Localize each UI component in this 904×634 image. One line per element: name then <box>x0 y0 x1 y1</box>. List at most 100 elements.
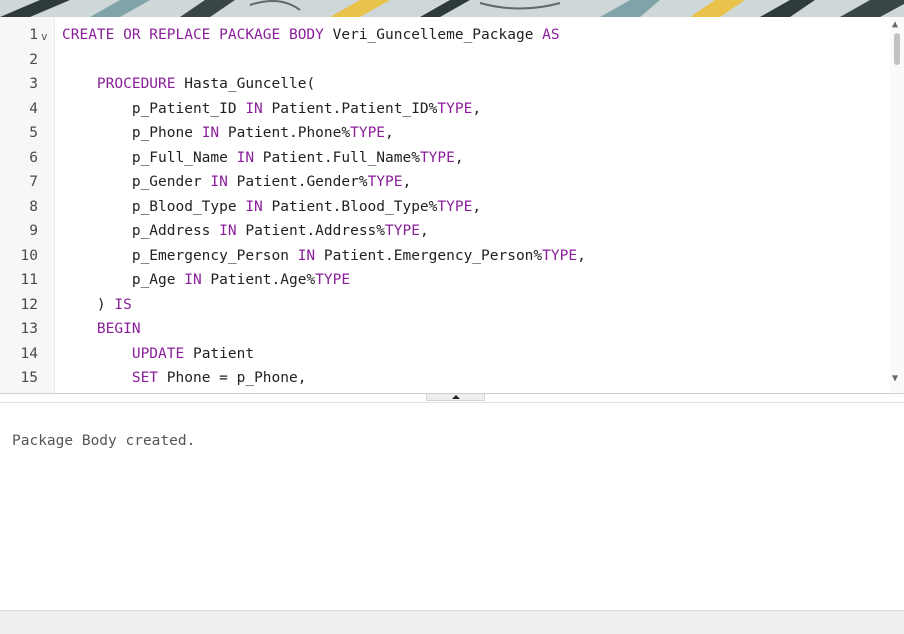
header-banner <box>0 0 904 17</box>
code-line[interactable]: 2 <box>0 48 890 73</box>
code-token: Veri_Guncelleme_Package <box>323 27 543 43</box>
code-token: p_Gender <box>62 174 211 190</box>
line-number: 5 <box>29 125 38 141</box>
keyword-token: SET <box>131 370 159 386</box>
code-text: p_Gender IN Patient.Gender%TYPE, <box>62 170 411 195</box>
code-token: Patient.Age% <box>201 272 316 288</box>
code-line[interactable]: 3 PROCEDURE Hasta_Guncelle( <box>0 72 890 97</box>
line-number: 13 <box>20 321 38 337</box>
code-text: p_Blood_Type IN Patient.Blood_Type%TYPE, <box>62 195 481 220</box>
line-number: 15 <box>20 370 38 386</box>
code-token: p_Age <box>62 272 185 288</box>
keyword-token: IN <box>297 247 316 264</box>
code-token: , <box>472 100 482 117</box>
code-line[interactable]: 8 p_Blood_Type IN Patient.Blood_Type%TYP… <box>0 195 890 220</box>
code-line[interactable]: 15 SET Phone = p_Phone, <box>0 366 890 391</box>
line-number: 14 <box>20 345 38 362</box>
keyword-token: IN <box>219 223 237 239</box>
splitter-handle[interactable] <box>426 394 485 401</box>
code-token: Patient.Gender% <box>227 174 368 190</box>
keyword-token: IS <box>114 296 132 313</box>
code-line[interactable]: 11 p_Age IN Patient.Age%TYPE <box>0 268 890 293</box>
code-token: , <box>419 223 429 239</box>
code-token: Patient.Full_Name% <box>254 149 420 166</box>
line-number: 12 <box>20 296 38 313</box>
keyword-token: IN <box>245 100 263 117</box>
keyword-token: IN <box>210 174 228 190</box>
line-number: 3 <box>29 76 38 92</box>
code-line[interactable]: 9 p_Address IN Patient.Address%TYPE, <box>0 219 890 244</box>
code-text: SET Phone = p_Phone, <box>62 366 307 391</box>
keyword-token: BEGIN <box>96 321 141 337</box>
line-number: 9 <box>29 223 38 239</box>
code-line[interactable]: 1 v CREATE OR REPLACE PACKAGE BODY Veri_Gu… <box>0 23 890 48</box>
line-number: 11 <box>20 272 38 288</box>
keyword-token: IN <box>201 125 220 141</box>
line-number: 8 <box>29 198 38 215</box>
code-text: ) IS <box>62 293 132 318</box>
line-number: 2 <box>29 51 38 68</box>
output-panel: Package Body created. <box>0 402 904 611</box>
code-token: p_Address <box>62 223 220 239</box>
keyword-token: TYPE <box>315 272 351 288</box>
keyword-token: IN <box>245 198 263 215</box>
code-token: Phone = p_Phone, <box>158 370 307 386</box>
line-number: 1 <box>29 27 38 43</box>
code-token: Patient.Address% <box>236 223 386 239</box>
code-token: Patient.Emergency_Person% <box>315 247 543 264</box>
decorative-pattern <box>0 0 904 17</box>
code-line[interactable]: 7 p_Gender IN Patient.Gender%TYPE, <box>0 170 890 195</box>
code-token: p_Full_Name <box>62 149 237 166</box>
code-text: CREATE OR REPLACE PACKAGE BODY Veri_Gunc… <box>62 23 560 48</box>
code-line[interactable]: 14 UPDATE Patient <box>0 342 890 367</box>
code-token: Patient.Patient_ID% <box>262 100 438 117</box>
code-text: p_Phone IN Patient.Phone%TYPE, <box>62 121 394 146</box>
editor-scrollbar[interactable]: ▲ ▼ <box>890 17 904 393</box>
code-text: p_Address IN Patient.Address%TYPE, <box>62 219 429 244</box>
code-token: , <box>385 125 394 141</box>
code-token: p_Emergency_Person <box>62 247 298 264</box>
code-token: ) <box>62 296 115 313</box>
caret-up-icon <box>452 395 460 399</box>
code-token: , <box>577 247 586 264</box>
code-token: Hasta_Guncelle( <box>175 76 316 92</box>
chevron-up-icon[interactable]: ▲ <box>892 19 898 30</box>
code-line[interactable]: 5 p_Phone IN Patient.Phone%TYPE, <box>0 121 890 146</box>
code-token: Patient.Phone% <box>219 125 351 141</box>
keyword-token: PROCEDURE <box>96 76 176 92</box>
code-token: p_Patient_ID <box>62 100 246 117</box>
code-text: p_Patient_ID IN Patient.Patient_ID%TYPE, <box>62 97 481 122</box>
keyword-token: IN <box>236 149 255 166</box>
keyword-token: AS <box>542 27 560 43</box>
keyword-token: IN <box>184 272 202 288</box>
keyword-token: CREATE OR REPLACE PACKAGE BODY <box>62 27 324 43</box>
code-token: p_Phone <box>62 125 202 141</box>
keyword-token: TYPE <box>385 223 420 239</box>
code-token: , <box>402 174 412 190</box>
code-line[interactable]: 6 p_Full_Name IN Patient.Full_Name%TYPE, <box>0 146 890 171</box>
chevron-down-icon[interactable]: ▼ <box>892 373 898 384</box>
code-line[interactable]: 10 p_Emergency_Person IN Patient.Emergen… <box>0 244 890 269</box>
output-message: Package Body created. <box>12 433 196 449</box>
keyword-token: UPDATE <box>131 345 185 362</box>
footer-bar <box>0 610 904 634</box>
chevron-down-icon[interactable]: v <box>41 25 48 50</box>
code-token: p_Blood_Type <box>62 198 246 215</box>
code-token: Patient.Blood_Type% <box>262 198 438 215</box>
line-number: 7 <box>29 174 38 190</box>
code-line[interactable]: 13 BEGIN <box>0 317 890 342</box>
code-editor[interactable]: 1 v CREATE OR REPLACE PACKAGE BODY Veri_Gu… <box>0 17 904 393</box>
code-line[interactable]: 4 p_Patient_ID IN Patient.Patient_ID%TYP… <box>0 97 890 122</box>
code-text: BEGIN <box>62 317 141 342</box>
code-text: p_Age IN Patient.Age%TYPE <box>62 268 350 293</box>
code-line[interactable]: 12 ) IS <box>0 293 890 318</box>
keyword-token: TYPE <box>437 100 473 117</box>
keyword-token: TYPE <box>367 174 403 190</box>
keyword-token: TYPE <box>419 149 455 166</box>
scrollbar-thumb[interactable] <box>894 33 900 65</box>
code-token: Patient <box>184 345 255 362</box>
keyword-token: TYPE <box>542 247 578 264</box>
